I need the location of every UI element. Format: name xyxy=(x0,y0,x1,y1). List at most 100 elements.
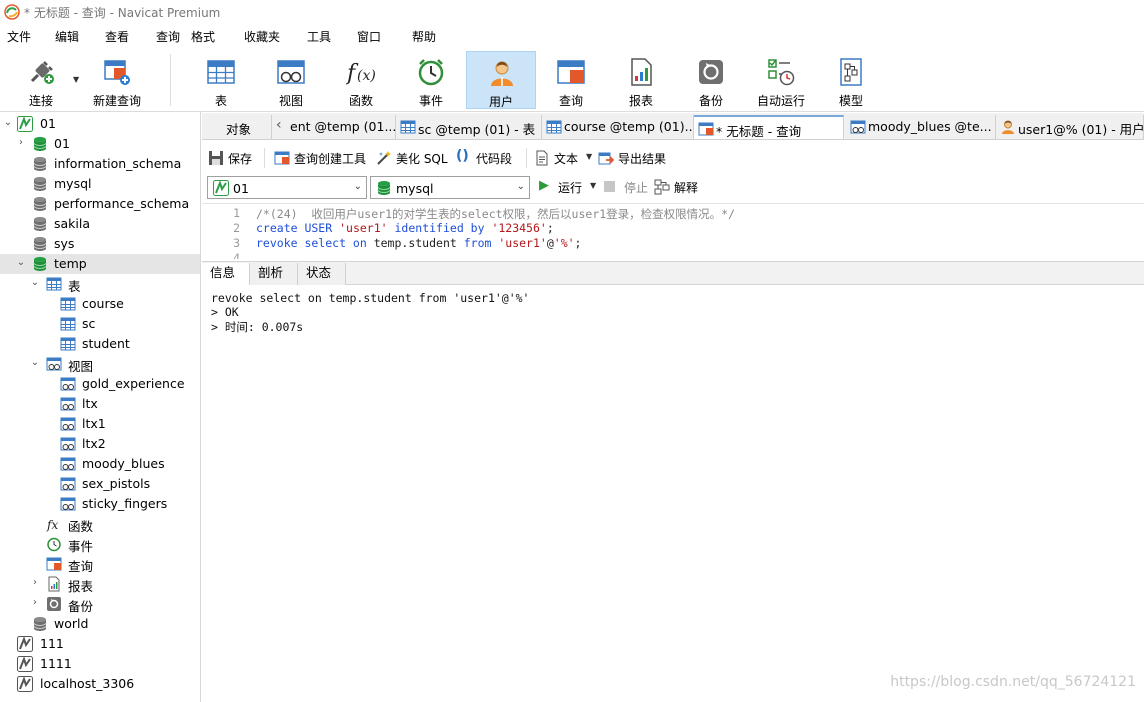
database-select-value: mysql xyxy=(396,181,434,196)
tree-group-views[interactable]: ⌄ 视图 xyxy=(0,354,200,374)
tree-db-information-schema[interactable]: information_schema xyxy=(0,154,200,174)
tree-view-sex-pistols[interactable]: sex_pistols xyxy=(0,474,200,494)
expand-arrow-icon[interactable]: ⌄ xyxy=(30,277,40,289)
user-button[interactable]: 用户 xyxy=(466,51,536,109)
query-builder-icon xyxy=(274,150,290,166)
tree-group-backups[interactable]: › 备份 xyxy=(0,594,200,614)
expand-arrow-icon[interactable]: ⌄ xyxy=(3,117,13,129)
tab-course[interactable]: course @temp (01)... xyxy=(542,115,694,139)
database-select[interactable]: mysql ⌄ xyxy=(370,176,530,199)
expand-arrow-icon[interactable]: ⌄ xyxy=(16,257,26,269)
chevron-down-icon[interactable]: ▼ xyxy=(590,181,596,190)
text-button[interactable]: 文本 ▼ xyxy=(534,150,594,166)
model-button[interactable]: 模型 xyxy=(816,51,886,109)
function-button[interactable]: f (x) 函数 xyxy=(326,51,396,109)
tree-label: 查询 xyxy=(68,559,94,574)
tree-label: 视图 xyxy=(68,359,94,374)
connect-dropdown-icon[interactable]: ▼ xyxy=(73,75,79,84)
tab-untitled-query[interactable]: * 无标题 - 查询 xyxy=(694,115,844,139)
tab-label: * 无标题 - 查询 xyxy=(716,124,802,139)
view-button[interactable]: 视图 xyxy=(256,51,326,109)
scroll-left-icon[interactable]: ‹ xyxy=(276,117,282,133)
connect-button[interactable]: 连接 xyxy=(6,51,76,109)
export-icon xyxy=(598,152,614,165)
tree-db-mysql[interactable]: mysql xyxy=(0,174,200,194)
collapse-arrow-icon[interactable]: › xyxy=(30,577,40,589)
tree-group-tables[interactable]: ⌄ 表 xyxy=(0,274,200,294)
query-button[interactable]: 查询 xyxy=(536,51,606,109)
line-number: 1 xyxy=(233,206,240,220)
tree-group-functions[interactable]: 函数 xyxy=(0,514,200,534)
tree-connection-1111[interactable]: 1111 xyxy=(0,654,200,674)
menu-edit[interactable]: 编辑 xyxy=(55,28,79,45)
tree-view-ltx[interactable]: ltx xyxy=(0,394,200,414)
tab-profile[interactable]: 剖析 xyxy=(250,263,298,285)
tree-connection-localhost[interactable]: localhost_3306 xyxy=(0,674,200,694)
save-icon xyxy=(209,151,223,165)
sql-editor[interactable]: 1 2 3 4 /*(24) 收回用户user1的对学生表的select权限，然… xyxy=(202,203,1144,259)
tree-view-gold-experience[interactable]: gold_experience xyxy=(0,374,200,394)
new-query-button[interactable]: 新建查询 xyxy=(82,51,152,109)
tab-moody-blues[interactable]: moody_blues @te... xyxy=(846,115,996,139)
tree-group-events[interactable]: 事件 xyxy=(0,534,200,554)
tree-table-student[interactable]: student xyxy=(0,334,200,354)
menu-format[interactable]: 格式 xyxy=(191,28,215,45)
menu-query[interactable]: 查询 xyxy=(156,28,180,45)
sql-string: 'user1' xyxy=(339,221,388,235)
tree-connection-111[interactable]: 111 xyxy=(0,634,200,654)
tree-label: sex_pistols xyxy=(82,476,151,491)
export-result-button[interactable]: 导出结果 xyxy=(598,150,672,166)
tree-connection-01[interactable]: ⌄ 01 xyxy=(0,114,200,134)
tree-group-queries[interactable]: 查询 xyxy=(0,554,200,574)
tree-view-moody-blues[interactable]: moody_blues xyxy=(0,454,200,474)
tree-db-world[interactable]: world xyxy=(0,614,200,634)
tree-table-sc[interactable]: sc xyxy=(0,314,200,334)
tab-status[interactable]: 状态 xyxy=(298,263,346,285)
backup-button[interactable]: 备份 xyxy=(676,51,746,109)
tab-user1[interactable]: user1@% (01) - 用户 xyxy=(996,115,1144,139)
tree-label: world xyxy=(54,616,89,631)
tree-db-performance-schema[interactable]: performance_schema xyxy=(0,194,200,214)
tab-student[interactable]: ‹ ent @temp (01... xyxy=(272,115,396,139)
menu-view[interactable]: 查看 xyxy=(105,28,129,45)
code-snippet-label: 代码段 xyxy=(476,152,513,166)
tree-db-01[interactable]: › 01 xyxy=(0,134,200,154)
collapse-arrow-icon[interactable]: › xyxy=(30,597,40,609)
tree-view-sticky-fingers[interactable]: sticky_fingers xyxy=(0,494,200,514)
query-builder-button[interactable]: 查询创建工具 xyxy=(274,150,370,166)
tree-group-reports[interactable]: › 报表 xyxy=(0,574,200,594)
title-bar: * 无标题 - 查询 - Navicat Premium xyxy=(0,0,1144,24)
menu-file[interactable]: 文件 xyxy=(7,28,31,45)
explain-button[interactable]: 解释 xyxy=(654,179,704,195)
report-button[interactable]: 报表 xyxy=(606,51,676,109)
table-button[interactable]: 表 xyxy=(186,51,256,109)
tree-view-ltx2[interactable]: ltx2 xyxy=(0,434,200,454)
code-snippet-button[interactable]: () 代码段 xyxy=(456,148,516,166)
beautify-sql-button[interactable]: 美化 SQL xyxy=(376,150,452,166)
autorun-button[interactable]: 自动运行 xyxy=(746,51,816,109)
expand-arrow-icon[interactable]: ⌄ xyxy=(30,357,40,369)
line-number: 2 xyxy=(233,221,240,235)
save-label: 保存 xyxy=(228,152,253,166)
menu-tools[interactable]: 工具 xyxy=(307,28,331,45)
tree-db-temp[interactable]: ⌄ temp xyxy=(0,254,200,274)
menu-favorites[interactable]: 收藏夹 xyxy=(244,28,280,45)
connection-select[interactable]: 01 ⌄ xyxy=(207,176,367,199)
tab-label: moody_blues @te... xyxy=(868,119,992,134)
chevron-down-icon[interactable]: ▼ xyxy=(586,152,592,161)
run-button[interactable]: ▶ 运行 ▼ xyxy=(538,178,596,195)
save-button[interactable]: 保存 xyxy=(208,150,258,166)
tree-table-course[interactable]: course xyxy=(0,294,200,314)
tab-sc[interactable]: sc @temp (01) - 表 xyxy=(396,115,542,139)
tab-objects[interactable]: 对象 xyxy=(202,115,272,139)
tree-view-ltx1[interactable]: ltx1 xyxy=(0,414,200,434)
window-title: * 无标题 - 查询 - Navicat Premium xyxy=(24,6,221,20)
tab-info[interactable]: 信息 xyxy=(202,263,250,285)
stop-button[interactable]: 停止 xyxy=(604,179,650,195)
tree-db-sakila[interactable]: sakila xyxy=(0,214,200,234)
menu-window[interactable]: 窗口 xyxy=(357,28,381,45)
collapse-arrow-icon[interactable]: › xyxy=(16,137,26,149)
menu-help[interactable]: 帮助 xyxy=(412,28,436,45)
event-button[interactable]: 事件 xyxy=(396,51,466,109)
tree-db-sys[interactable]: sys xyxy=(0,234,200,254)
